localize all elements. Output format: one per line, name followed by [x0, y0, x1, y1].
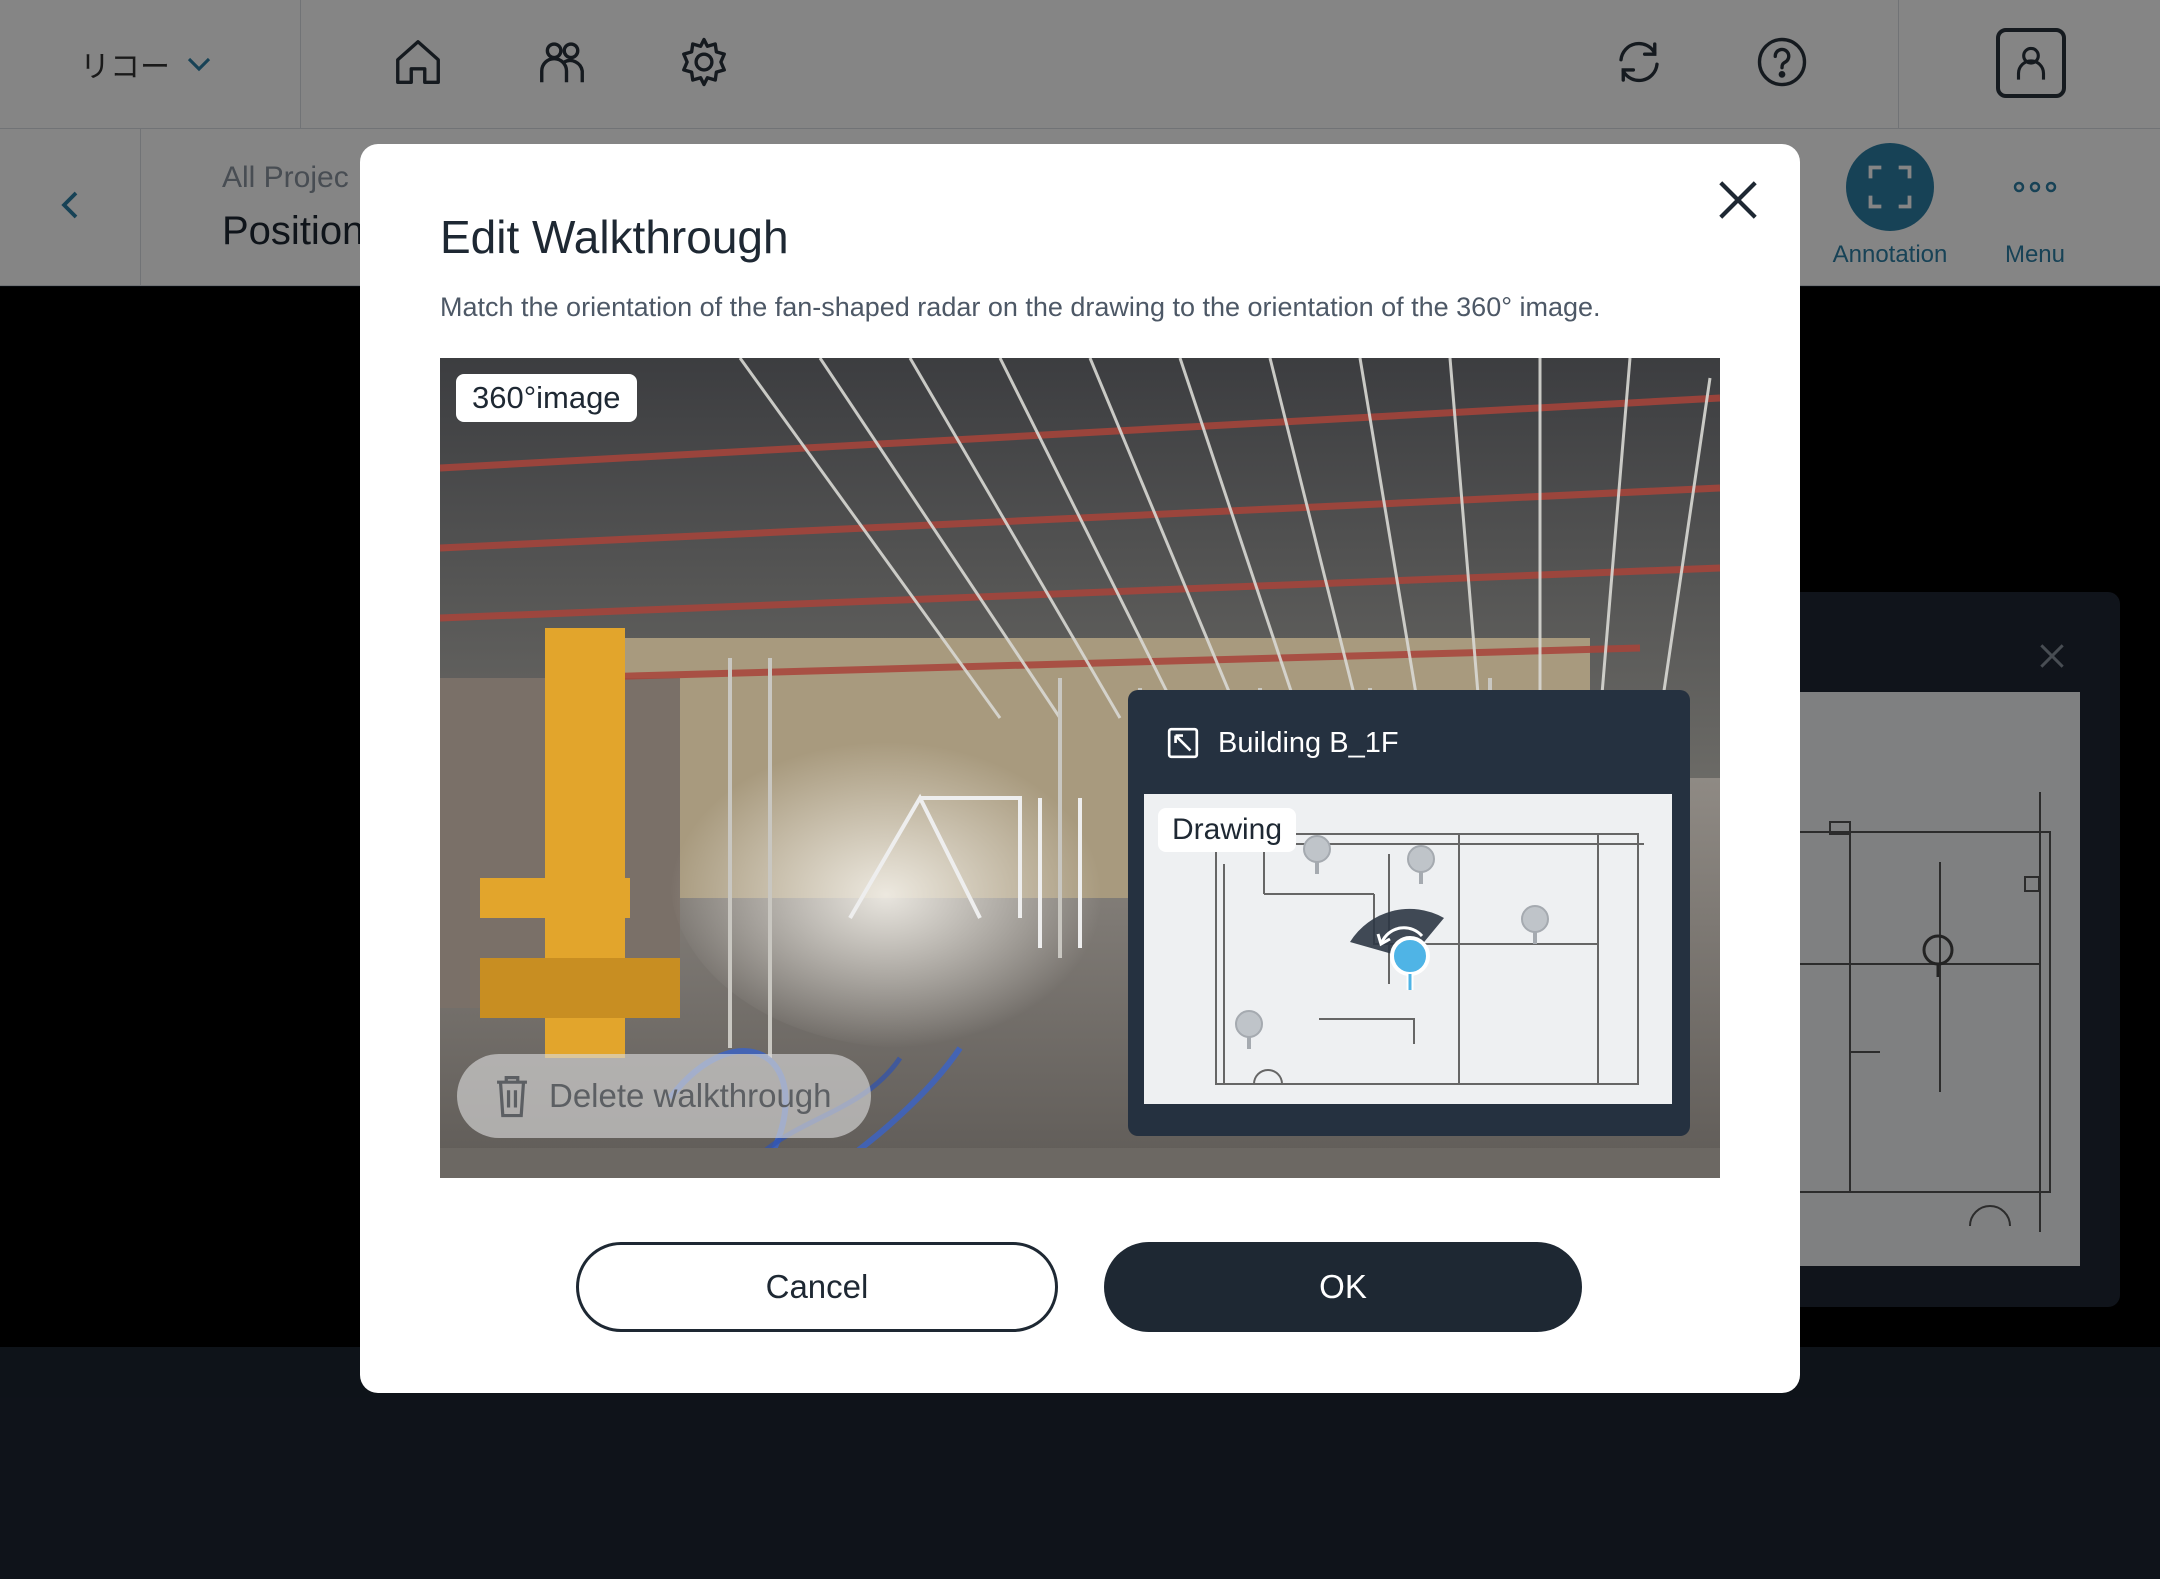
- minimap-panel: Building B_1F Drawing: [1128, 690, 1690, 1136]
- edit-walkthrough-dialog: Edit Walkthrough Match the orientation o…: [360, 144, 1800, 1393]
- trash-icon: [497, 1075, 527, 1118]
- cancel-button[interactable]: Cancel: [576, 1242, 1058, 1332]
- delete-walkthrough-button[interactable]: Delete walkthrough: [457, 1054, 871, 1138]
- expand-icon: [1167, 727, 1199, 759]
- image-tag: 360°image: [456, 374, 637, 422]
- ok-button[interactable]: OK: [1104, 1242, 1582, 1332]
- close-icon: [1719, 181, 1757, 219]
- dialog-close-button[interactable]: [1708, 170, 1768, 230]
- drawing-tag: Drawing: [1158, 808, 1297, 852]
- delete-walkthrough-label: Delete walkthrough: [549, 1077, 832, 1114]
- minimap-drawing[interactable]: Drawing: [1144, 794, 1672, 1104]
- dialog-title: Edit Walkthrough: [440, 211, 789, 263]
- minimap-building-name: Building B_1F: [1218, 726, 1399, 759]
- minimap-title[interactable]: Building B_1F: [1166, 726, 1399, 760]
- app-root: リコー All Projec Position Annotation Menu …: [0, 0, 2160, 1579]
- panorama-viewer[interactable]: 360°image Delete walkthrough Building B_…: [440, 358, 1720, 1178]
- dialog-description: Match the orientation of the fan-shaped …: [440, 292, 1601, 322]
